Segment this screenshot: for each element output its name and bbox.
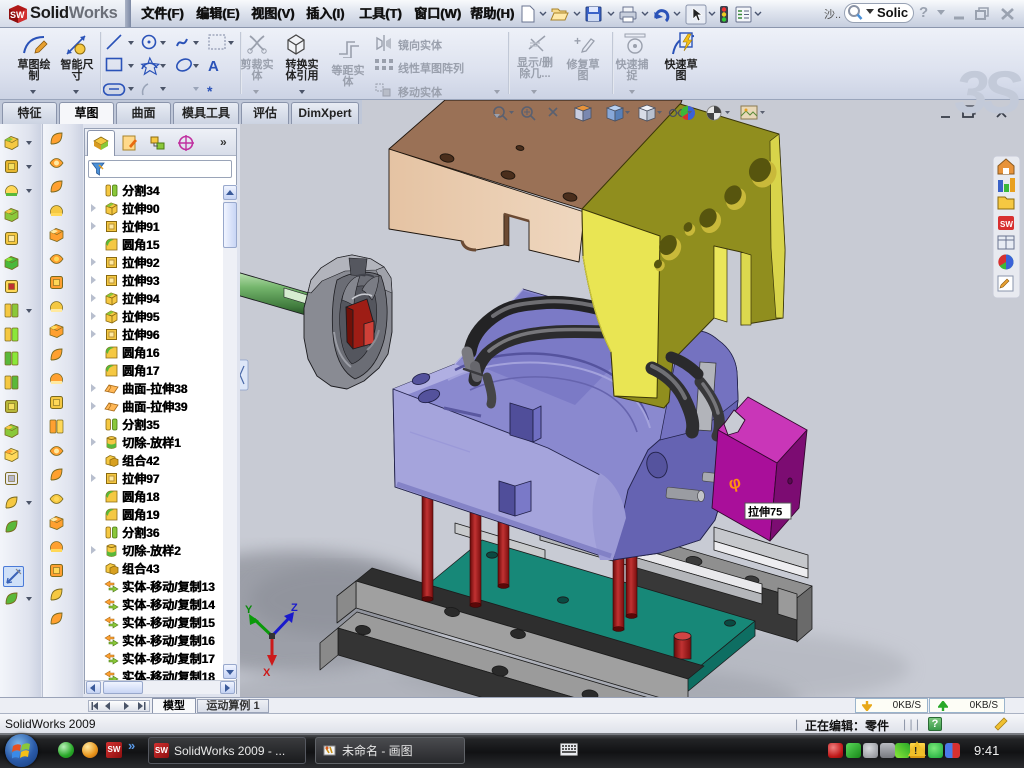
svg-text:A: A [208, 58, 219, 75]
svg-text:SW: SW [1000, 220, 1013, 229]
svg-text:*: * [207, 83, 213, 99]
svg-text:+: + [574, 34, 581, 48]
svg-text:X: X [263, 667, 271, 679]
svg-text:拉伸75: 拉伸75 [748, 505, 782, 519]
svg-text:沙..: 沙.. [824, 8, 841, 21]
svg-text:Y: Y [245, 604, 253, 616]
svg-text:Z: Z [291, 602, 298, 614]
svg-text:SW: SW [10, 10, 25, 20]
